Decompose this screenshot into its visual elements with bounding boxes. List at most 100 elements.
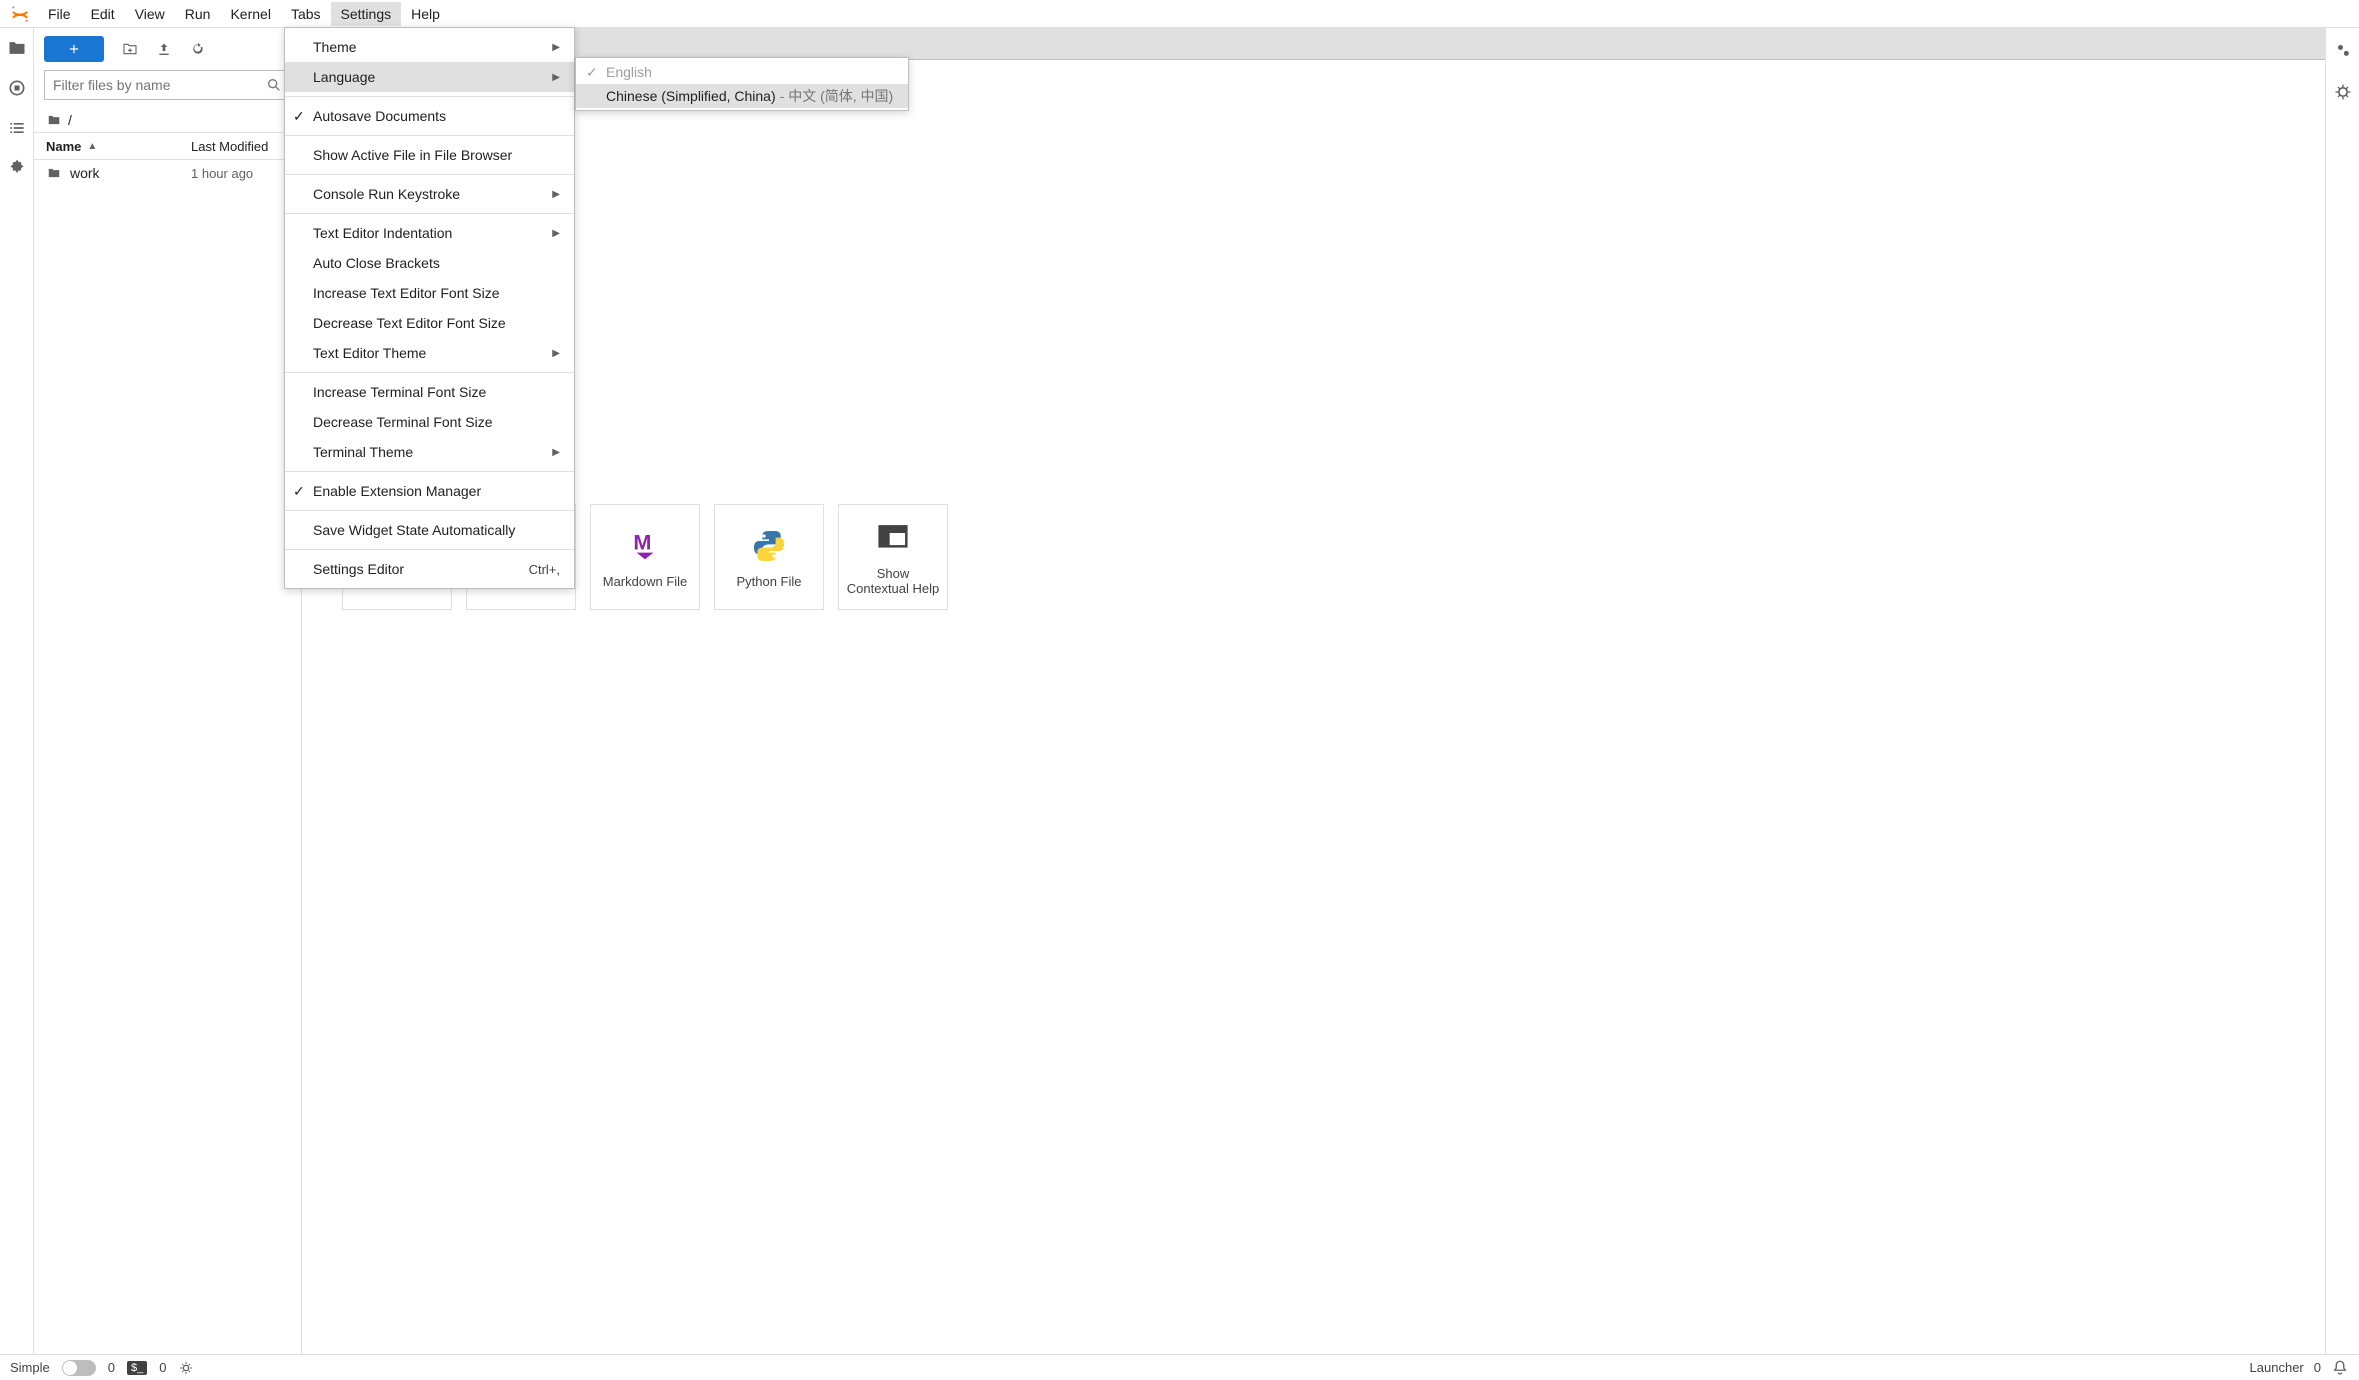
terminal-status-icon[interactable]: $_ (127, 1361, 147, 1375)
tab-bar[interactable] (302, 28, 2325, 60)
settings-menu: Theme▶Language▶✓Autosave DocumentsShow A… (284, 27, 575, 589)
menu-item-label: Enable Extension Manager (313, 483, 481, 499)
simple-mode-label: Simple (10, 1360, 50, 1375)
toc-icon[interactable] (7, 118, 27, 138)
settings-item[interactable]: Decrease Text Editor Font Size (285, 308, 574, 338)
settings-item[interactable]: Decrease Terminal Font Size (285, 407, 574, 437)
check-icon: ✓ (293, 483, 305, 500)
new-folder-icon[interactable] (122, 41, 138, 57)
chevron-right-icon: ▶ (552, 348, 560, 359)
upload-icon[interactable] (156, 41, 172, 57)
bell-icon[interactable] (2331, 1359, 2349, 1377)
refresh-icon[interactable] (190, 41, 206, 57)
settings-item[interactable]: Increase Terminal Font Size (285, 377, 574, 407)
filter-input[interactable] (53, 77, 266, 93)
menu-tabs[interactable]: Tabs (281, 2, 331, 26)
menu-view[interactable]: View (125, 2, 175, 26)
menu-item-label: Console Run Keystroke (313, 186, 460, 202)
settings-item[interactable]: Save Widget State Automatically (285, 515, 574, 545)
settings-item[interactable]: Text Editor Indentation ▶ (285, 218, 574, 248)
settings-item[interactable]: Theme ▶ (285, 32, 574, 62)
file-name: work (70, 165, 100, 181)
status-count-2: 0 (159, 1360, 166, 1375)
chevron-right-icon: ▶ (552, 447, 560, 458)
menu-item-label: Autosave Documents (313, 108, 446, 124)
card-label: Show Contextual Help (845, 566, 941, 596)
language-label: Chinese (Simplified, China) (606, 88, 776, 104)
launcher-card[interactable]: Show Contextual Help (838, 504, 948, 610)
menu-item-label: Decrease Terminal Font Size (313, 414, 492, 430)
menu-item-label: Increase Terminal Font Size (313, 384, 486, 400)
menu-item-label: Increase Text Editor Font Size (313, 285, 500, 301)
settings-item[interactable]: Show Active File in File Browser (285, 140, 574, 170)
chevron-right-icon: ▶ (552, 228, 560, 239)
launcher-card[interactable]: Python File (714, 504, 824, 610)
breadcrumb-root: / (68, 112, 72, 128)
status-launcher-label[interactable]: Launcher (2250, 1360, 2304, 1375)
menu-item-label: Auto Close Brackets (313, 255, 440, 271)
card-icon (873, 518, 913, 558)
check-icon: ✓ (586, 64, 598, 81)
chevron-right-icon: ▶ (552, 42, 560, 53)
menu-file[interactable]: File (38, 2, 81, 26)
launcher: NotebookPython 3 (ipykernel)ConsolePytho… (302, 60, 2325, 1354)
menu-item-label: Settings Editor (313, 561, 404, 577)
filter-input-wrap[interactable] (44, 70, 291, 100)
settings-item[interactable]: Text Editor Theme ▶ (285, 338, 574, 368)
debugger-icon[interactable] (2333, 82, 2353, 102)
status-bar: Simple 0 $_ 0 Launcher 0 (0, 1354, 2359, 1380)
breadcrumb[interactable]: / (34, 108, 301, 132)
card-label: Python File (736, 574, 801, 589)
file-browser: / Name▲ Last Modified work1 hour ago (34, 28, 302, 1354)
language-label: English (606, 64, 652, 80)
work-area: NotebookPython 3 (ipykernel)ConsolePytho… (302, 28, 2325, 1354)
card-icon (749, 526, 789, 566)
card-icon: M (625, 526, 665, 566)
menu-item-label: Show Active File in File Browser (313, 147, 512, 163)
menubar: FileEditViewRunKernelTabsSettingsHelp (0, 0, 2359, 28)
menu-kernel[interactable]: Kernel (220, 2, 280, 26)
menu-shortcut: Ctrl+, (529, 562, 560, 577)
check-icon: ✓ (293, 108, 305, 125)
extensions-icon[interactable] (7, 158, 27, 178)
folder-icon[interactable] (7, 38, 27, 58)
launcher-section: ConsolePython 3 (ipykernel) (342, 274, 2285, 424)
menu-edit[interactable]: Edit (81, 2, 125, 26)
svg-text:M: M (633, 529, 651, 554)
new-launcher-button[interactable] (44, 36, 104, 62)
chevron-right-icon: ▶ (552, 189, 560, 200)
simple-mode-toggle[interactable] (62, 1360, 96, 1376)
sort-asc-icon: ▲ (87, 141, 97, 152)
status-right-count: 0 (2314, 1360, 2321, 1375)
settings-item[interactable]: Auto Close Brackets (285, 248, 574, 278)
menu-item-label: Text Editor Indentation (313, 225, 452, 241)
file-row[interactable]: work1 hour ago (34, 160, 301, 186)
settings-item[interactable]: Terminal Theme ▶ (285, 437, 574, 467)
settings-item[interactable]: Increase Text Editor Font Size (285, 278, 574, 308)
launcher-section: $_Other$_TerminalText FileMMarkdown File… (342, 460, 2285, 610)
kernel-status-icon[interactable] (178, 1360, 194, 1376)
language-option[interactable]: Chinese (Simplified, China) - 中文 (简体, 中国… (576, 84, 908, 108)
launcher-card[interactable]: MMarkdown File (590, 504, 700, 610)
menu-settings[interactable]: Settings (331, 2, 402, 26)
menu-item-label: Theme (313, 39, 357, 55)
jupyter-logo-icon (10, 4, 30, 24)
chevron-right-icon: ▶ (552, 72, 560, 83)
language-native: - 中文 (简体, 中国) (780, 86, 894, 106)
folder-icon (46, 113, 62, 127)
settings-item[interactable]: ✓ Enable Extension Manager (285, 476, 574, 506)
running-icon[interactable] (7, 78, 27, 98)
file-list-header: Name▲ Last Modified (34, 132, 301, 160)
menu-run[interactable]: Run (175, 2, 221, 26)
settings-item[interactable]: Settings Editor Ctrl+, (285, 554, 574, 584)
folder-icon (46, 166, 62, 180)
menu-item-label: Text Editor Theme (313, 345, 426, 361)
settings-item[interactable]: Language▶ (285, 62, 574, 92)
menu-help[interactable]: Help (401, 2, 450, 26)
menu-item-label: Terminal Theme (313, 444, 413, 460)
language-submenu: ✓ English Chinese (Simplified, China) - 中文… (575, 57, 909, 111)
col-name-label[interactable]: Name (46, 139, 81, 154)
property-inspector-icon[interactable] (2333, 40, 2353, 60)
settings-item[interactable]: ✓ Autosave Documents (285, 101, 574, 131)
settings-item[interactable]: Console Run Keystroke ▶ (285, 179, 574, 209)
